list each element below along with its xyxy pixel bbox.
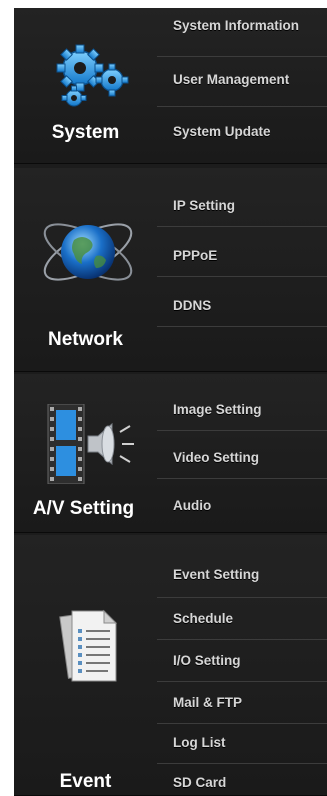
menu-item-system-update[interactable]: System Update [157,124,327,139]
menu-item-video-setting[interactable]: Video Setting [157,450,327,465]
category-label-event: Event [59,771,112,792]
menu-item-log-list[interactable]: Log List [157,735,327,750]
menu-item-pppoe[interactable]: PPPoE [157,248,327,263]
category-label-network: Network [48,329,123,350]
category-event[interactable]: Event [14,535,157,795]
menu-item-event-setting[interactable]: Event Setting [157,567,327,582]
category-av-setting[interactable]: A/V Setting [14,374,157,532]
menu-item-audio[interactable]: Audio [157,498,327,513]
category-system[interactable]: System [14,8,157,163]
menu-item-schedule[interactable]: Schedule [157,611,327,626]
gears-icon [56,44,129,107]
menu-item-sd-card[interactable]: SD Card [157,775,327,790]
menu-item-ip-setting[interactable]: IP Setting [157,198,327,213]
document-list-icon [59,609,118,682]
film-speaker-icon [47,404,134,484]
section-system: System System Information User Managemen… [14,8,327,164]
section-network: Network IP Setting PPPoE DDNS [14,168,327,372]
settings-menu: System System Information User Managemen… [14,8,327,796]
category-label-system: System [51,122,120,143]
section-event: Event Event Setting Schedule I/O Setting… [14,535,327,796]
menu-item-mail-ftp[interactable]: Mail & FTP [157,695,327,710]
menu-item-ddns[interactable]: DDNS [157,298,327,313]
menu-item-image-setting[interactable]: Image Setting [157,402,327,417]
category-network[interactable]: Network [14,168,157,371]
category-label-av-setting: A/V Setting [32,498,135,519]
menu-item-system-information[interactable]: System Information [157,18,327,33]
section-av-setting: A/V Setting Image Setting Video Setting … [14,374,327,533]
menu-item-user-management[interactable]: User Management [157,72,327,87]
menu-item-io-setting[interactable]: I/O Setting [157,653,327,668]
globe-icon [43,223,133,281]
